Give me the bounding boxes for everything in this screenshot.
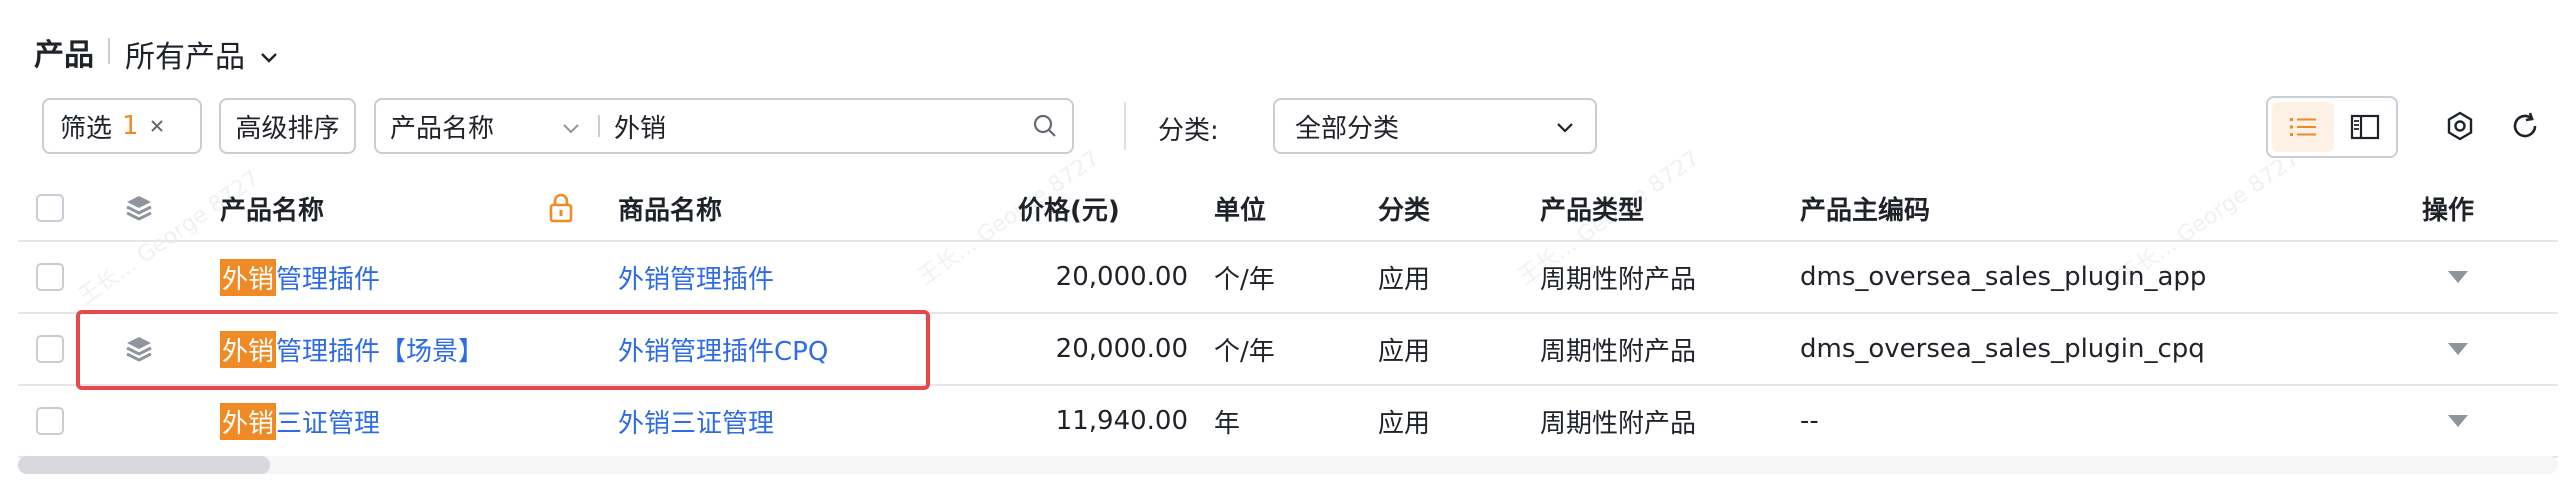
category-value: 应用 <box>1378 408 1431 439</box>
col-category[interactable]: 分类 <box>1378 176 1430 240</box>
product-name-rest: 三证管理 <box>276 408 381 439</box>
list-view-icon[interactable] <box>2272 102 2334 152</box>
search-field-label: 产品名称 <box>390 113 495 144</box>
scrollbar-thumb[interactable] <box>18 456 270 474</box>
product-name-link[interactable]: 外销 三证管理 <box>220 386 380 456</box>
category-label: 分类: <box>1158 116 1219 146</box>
category-value: 应用 <box>1378 336 1431 367</box>
col-master-code[interactable]: 产品主编码 <box>1800 176 1930 240</box>
search-input[interactable] <box>600 110 1018 142</box>
close-icon[interactable] <box>149 112 165 140</box>
card-view-icon[interactable] <box>2334 102 2396 152</box>
bundle-icon <box>124 176 154 240</box>
search-highlight: 外销 <box>220 402 277 440</box>
col-actions: 操作 <box>2422 195 2475 226</box>
view-toggle-group <box>2266 96 2398 158</box>
product-name-link[interactable]: 外销 管理插件 <box>220 242 380 312</box>
row-actions-icon[interactable] <box>2448 242 2468 312</box>
category-select[interactable]: 全部分类 <box>1273 98 1597 154</box>
header-divider <box>108 38 110 64</box>
price-value: 11,940.00 <box>1055 406 1188 436</box>
table-row[interactable]: 外销 管理插件 外销管理插件 20,000.00 个/年 应用 周期性附产品 dm… <box>18 242 2558 314</box>
chevron-down-icon <box>259 37 279 72</box>
horizontal-scrollbar[interactable] <box>18 456 2558 474</box>
refresh-icon[interactable] <box>2503 104 2547 148</box>
unit-value: 个/年 <box>1214 264 1275 295</box>
advanced-sort-button[interactable]: 高级排序 <box>219 98 356 154</box>
col-product-name[interactable]: 产品名称 <box>220 176 324 240</box>
goods-name-link[interactable]: 外销管理插件 <box>618 242 774 312</box>
table-header: 产品名称 商品名称 价格(元) 单位 分类 产品类型 产品主编码 操作 <box>18 176 2558 242</box>
view-switcher[interactable]: 所有产品 <box>125 32 279 76</box>
search-box: 产品名称 <box>374 98 1074 154</box>
search-field-select[interactable]: 产品名称 <box>376 108 598 145</box>
table-row[interactable]: 外销 三证管理 外销三证管理 11,940.00 年 应用 周期性附产品 -- <box>18 386 2558 458</box>
select-all-checkbox[interactable] <box>36 176 64 240</box>
master-code-value: dms_oversea_sales_plugin_cpq <box>1800 334 2205 364</box>
category-select-value: 全部分类 <box>1295 113 1400 144</box>
row-checkbox[interactable] <box>36 386 64 456</box>
master-code-value: -- <box>1800 406 1819 436</box>
master-code-value: dms_oversea_sales_plugin_app <box>1800 262 2207 292</box>
product-type-value: 周期性附产品 <box>1540 408 1697 439</box>
search-icon[interactable] <box>1018 113 1072 139</box>
unit-value: 个/年 <box>1214 336 1275 367</box>
search-highlight: 外销 <box>220 258 277 296</box>
highlight-annotation-box <box>76 310 930 390</box>
lock-icon[interactable] <box>548 176 574 240</box>
product-type-value: 周期性附产品 <box>1540 336 1697 367</box>
filter-count-badge: 1 <box>122 111 139 141</box>
toolbar-divider <box>1124 102 1126 150</box>
row-checkbox[interactable] <box>36 242 64 312</box>
row-actions-icon[interactable] <box>2448 386 2468 456</box>
filter-button-label: 筛选 <box>60 113 113 144</box>
product-type-value: 周期性附产品 <box>1540 264 1697 295</box>
col-product-type[interactable]: 产品类型 <box>1540 176 1644 240</box>
filter-button[interactable]: 筛选 1 <box>42 98 202 154</box>
chevron-down-icon <box>562 111 580 141</box>
price-value: 20,000.00 <box>1055 334 1188 364</box>
advanced-sort-label: 高级排序 <box>235 113 340 144</box>
row-checkbox[interactable] <box>36 314 64 384</box>
page-title: 产品 <box>34 38 94 73</box>
col-unit[interactable]: 单位 <box>1214 176 1266 240</box>
view-switcher-label: 所有产品 <box>125 40 245 75</box>
col-goods-name[interactable]: 商品名称 <box>618 176 722 240</box>
unit-value: 年 <box>1214 408 1241 439</box>
product-name-rest: 管理插件 <box>276 264 381 295</box>
category-value: 应用 <box>1378 264 1431 295</box>
row-actions-icon[interactable] <box>2448 314 2468 384</box>
chevron-down-icon <box>1555 111 1575 141</box>
goods-name-link[interactable]: 外销三证管理 <box>618 386 774 456</box>
col-price[interactable]: 价格(元) <box>1018 176 1120 240</box>
settings-icon[interactable] <box>2438 104 2482 148</box>
price-value: 20,000.00 <box>1055 262 1188 292</box>
